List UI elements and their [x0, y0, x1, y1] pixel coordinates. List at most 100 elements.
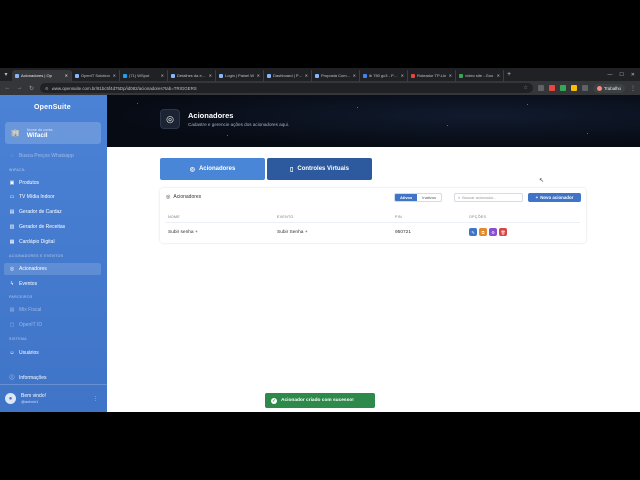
- box-icon: ▣: [9, 180, 15, 186]
- sidebar-item-cardapio[interactable]: ▦ Cardápio Digital: [9, 239, 55, 245]
- header-star: [447, 125, 448, 126]
- browser-tab-1[interactable]: OpenIT Solution ✕: [72, 70, 120, 81]
- favicon-icon: [123, 73, 127, 78]
- cell-evento: Subir Senha +: [277, 230, 308, 235]
- search-box[interactable]: ⌕ Buscar acionador...: [454, 193, 523, 202]
- settings-icon[interactable]: ⚙: [489, 228, 497, 236]
- address-bar[interactable]: ⚙ www.opensuite.com.br/81bc5f4d75Dp/id08…: [40, 83, 533, 93]
- close-icon[interactable]: ✕: [401, 73, 404, 78]
- copy-icon[interactable]: ⧉: [479, 228, 487, 236]
- sidebar-item-receitas[interactable]: ▥ Gerador de Receitas: [9, 224, 66, 230]
- browser-tab-2[interactable]: (71) WSpot ✕: [120, 70, 168, 81]
- sidebar-item-eventos[interactable]: ϟ Eventos: [9, 281, 37, 287]
- sidebar-item-tv[interactable]: ▭ TV Mídia Indoor: [9, 194, 55, 200]
- company-label: Nome da conta: [26, 127, 53, 132]
- extension-icon[interactable]: [570, 85, 577, 91]
- favicon-icon: [459, 73, 463, 78]
- close-icon[interactable]: ✕: [353, 73, 356, 78]
- sidebar-item-cardaz[interactable]: ▤ Gerador de Cardaz: [9, 209, 62, 215]
- plus-icon: +: [535, 195, 539, 200]
- delete-icon[interactable]: 🗑: [499, 228, 507, 236]
- cell-pin: 950721: [395, 230, 412, 235]
- extension-icon[interactable]: [548, 85, 555, 91]
- target-icon: ◎: [166, 194, 171, 200]
- card-title: ◎ Acionadores: [166, 194, 202, 200]
- header-star: [527, 104, 528, 105]
- close-icon[interactable]: ✕: [257, 73, 260, 78]
- site-info-icon[interactable]: ⚙: [45, 86, 49, 91]
- success-toast[interactable]: ✓ Acionador criado com sucesso!: [265, 393, 375, 408]
- extensions-puzzle-icon[interactable]: [581, 85, 588, 91]
- tag-icon: ▤: [9, 209, 15, 215]
- search-input[interactable]: Buscar acionador...: [462, 195, 496, 200]
- extension-icon[interactable]: [537, 85, 544, 91]
- cell-nome: Subir senha +: [168, 230, 198, 235]
- sidebar: OpenSuite 🏢 Nome da conta Wifacil ◌ Busca…: [0, 95, 107, 412]
- column-header-opcoes: OPÇÕES: [469, 215, 487, 219]
- new-tab-icon[interactable]: +: [504, 71, 514, 78]
- close-window-icon[interactable]: ✕: [631, 72, 635, 78]
- maximize-icon[interactable]: ☐: [619, 72, 623, 78]
- sidebar-item-mix-fiscal[interactable]: ▤ Mix Fiscal: [9, 307, 42, 313]
- close-icon[interactable]: ✕: [113, 73, 116, 78]
- sidebar-item-usuarios[interactable]: ☺ Usuários: [9, 350, 38, 356]
- browser-tab-3[interactable]: Detalhes da emp ✕: [168, 70, 216, 81]
- close-icon[interactable]: ✕: [209, 73, 212, 78]
- id-icon: ▢: [9, 322, 15, 328]
- screen: ▾ Acionadores | Op ✕ OpenIT Solution ✕ (71…: [0, 68, 640, 412]
- book-icon: ▥: [9, 224, 15, 230]
- sidebar-item-informacoes[interactable]: ⓘ Informações: [9, 374, 46, 382]
- header-star: [587, 133, 588, 134]
- profile-button[interactable]: Trabalho: [592, 83, 625, 93]
- new-acionador-button[interactable]: + Novo acionador: [528, 193, 581, 202]
- sidebar-item-produtos[interactable]: ▣ Produtos: [9, 180, 39, 186]
- app-page: OpenSuite 🏢 Nome da conta Wifacil ◌ Busca…: [0, 95, 640, 412]
- avatar: ●: [5, 393, 16, 404]
- target-icon: ◎: [189, 166, 195, 173]
- header-star: [137, 103, 138, 104]
- more-options-icon[interactable]: ⋮: [93, 396, 98, 402]
- browser-tab-8[interactable]: Roteador TP-Lin ✕: [408, 70, 456, 81]
- tab-acionadores-button[interactable]: ◎ Acionadores: [160, 158, 265, 180]
- app-logo[interactable]: OpenSuite: [34, 104, 71, 111]
- remote-icon: ▯: [290, 166, 294, 173]
- back-icon[interactable]: ←: [4, 85, 11, 91]
- forward-icon[interactable]: →: [16, 85, 23, 91]
- users-icon: ☺: [9, 350, 15, 356]
- whatsapp-icon: ◌: [10, 153, 14, 159]
- section-wifacil: WIFACIL: [9, 168, 26, 172]
- sidebar-item-acionadores[interactable]: ◎ Acionadores: [9, 266, 47, 272]
- edit-icon[interactable]: ✎: [469, 228, 477, 236]
- minimize-icon[interactable]: —: [607, 72, 612, 78]
- sidebar-item-openit[interactable]: ▢ OpenIT ID: [9, 322, 42, 328]
- bookmark-star-icon[interactable]: ☆: [523, 85, 527, 91]
- close-icon[interactable]: ✕: [497, 73, 500, 78]
- reload-icon[interactable]: ↻: [28, 85, 35, 92]
- close-icon[interactable]: ✕: [161, 73, 164, 78]
- browser-tab-5[interactable]: Dashboard | Pain ✕: [264, 70, 312, 81]
- browser-tab-6[interactable]: Proposta Comerc ✕: [312, 70, 360, 81]
- tab-controles-virtuais-button[interactable]: ▯ Controles Virtuais: [267, 158, 372, 180]
- extension-icon[interactable]: [559, 85, 566, 91]
- company-switcher[interactable]: 🏢 Nome da conta Wifacil: [5, 122, 101, 144]
- browser-menu-icon[interactable]: ⋮: [630, 85, 636, 92]
- window-controls: — ☐ ✕: [607, 72, 640, 78]
- close-icon[interactable]: ✕: [305, 73, 308, 78]
- filter-inativos-button[interactable]: Inativos: [417, 194, 441, 201]
- browser-tab-9[interactable]: vídeo site - Goo ✕: [456, 70, 504, 81]
- mouse-cursor-icon: ↖: [539, 178, 545, 184]
- section-parceiros: PARCEIROS: [9, 295, 33, 299]
- favicon-icon: [219, 73, 223, 78]
- browser-tab-4[interactable]: Login | Painel W ✕: [216, 70, 264, 81]
- close-icon[interactable]: ✕: [65, 73, 68, 78]
- browser-tab-7[interactable]: ib 750 gc3 - Pesq ✕: [360, 70, 408, 81]
- browser-tabbar: ▾ Acionadores | Op ✕ OpenIT Solution ✕ (71…: [0, 68, 640, 81]
- target-icon: ◎: [160, 109, 180, 129]
- tab-search-icon[interactable]: ▾: [0, 68, 12, 81]
- close-icon[interactable]: ✕: [449, 73, 452, 78]
- filter-ativos-button[interactable]: Ativos: [395, 194, 418, 201]
- browser-tab-0[interactable]: Acionadores | Op ✕: [12, 70, 72, 81]
- page-title: Acionadores: [188, 111, 234, 120]
- user-profile[interactable]: ● Bem vindo! @admin1 ⋮: [0, 384, 107, 412]
- sidebar-item-busca-precos[interactable]: ◌ Busca Preços Whatsapp: [9, 153, 74, 159]
